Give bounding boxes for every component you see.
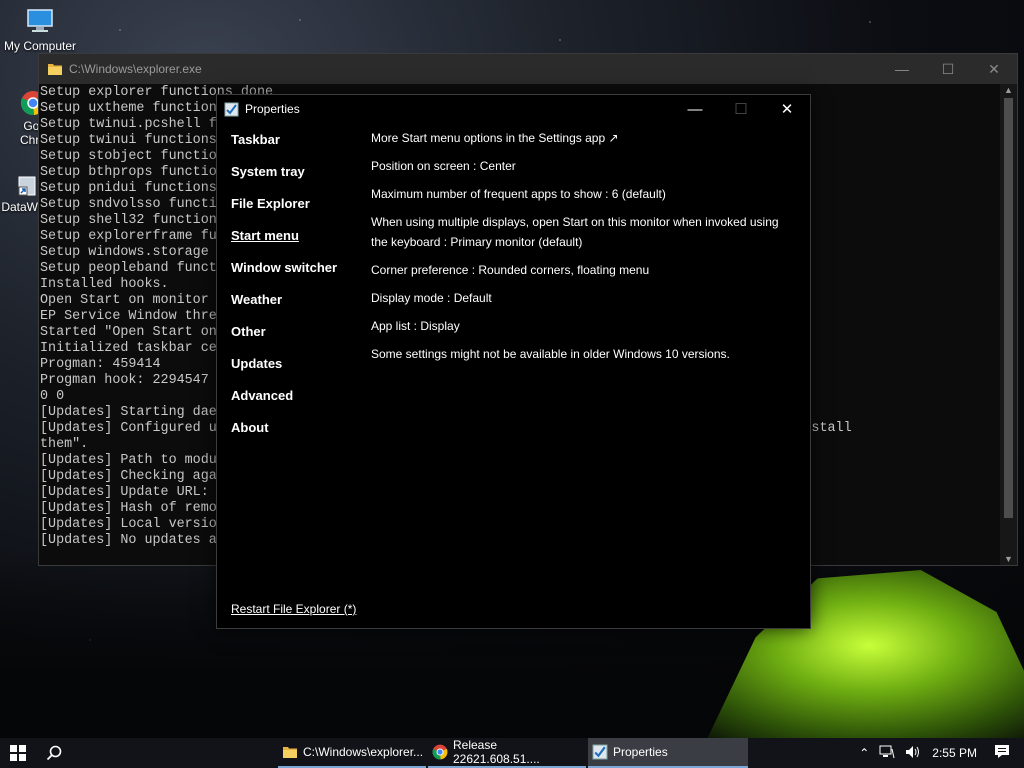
- maximize-button: ☐: [734, 101, 748, 118]
- nav-item-file-explorer[interactable]: File Explorer: [231, 195, 337, 227]
- properties-titlebar[interactable]: Properties — ☐ ✕: [217, 95, 810, 123]
- system-tray: ⌃ 2:55 PM: [854, 738, 1024, 768]
- task-properties[interactable]: Properties: [588, 738, 748, 768]
- task-chrome[interactable]: Release 22621.608.51....: [428, 738, 586, 768]
- console-scrollbar[interactable]: ▲ ▼: [1000, 84, 1017, 565]
- chrome-icon: [432, 744, 448, 760]
- nav-item-advanced[interactable]: Advanced: [231, 387, 337, 419]
- settings-app-link[interactable]: More Start menu options in the Settings …: [371, 128, 796, 148]
- setting-position-on-screen[interactable]: Position on screen : Center: [371, 156, 796, 176]
- settings-compat-note: Some settings might not be available in …: [371, 347, 730, 361]
- notifications-icon[interactable]: [994, 744, 1010, 762]
- shortcut-icon: [18, 176, 36, 196]
- properties-title: Properties: [245, 102, 300, 116]
- minimize-button[interactable]: —: [672, 95, 718, 123]
- nav-item-other[interactable]: Other: [231, 323, 337, 355]
- nav-item-system-tray[interactable]: System tray: [231, 163, 337, 195]
- console-title: C:\Windows\explorer.exe: [69, 62, 202, 76]
- minimize-button[interactable]: —: [879, 54, 925, 84]
- task-label: C:\Windows\explorer...: [303, 745, 424, 759]
- start-button[interactable]: [0, 738, 36, 768]
- computer-icon: [27, 9, 53, 32]
- taskbar: C:\Windows\explorer... Release 22621.608…: [0, 738, 1024, 768]
- search-button[interactable]: [36, 738, 72, 768]
- nav-item-updates[interactable]: Updates: [231, 355, 337, 387]
- properties-icon: [224, 102, 239, 116]
- search-icon: [46, 745, 62, 761]
- network-icon[interactable]: [879, 745, 895, 762]
- desktop-icon-label: DataW: [1, 200, 38, 214]
- setting-display-mode[interactable]: Display mode : Default: [371, 288, 796, 308]
- windows-logo-icon: [10, 745, 26, 761]
- desktop-icon-dataw[interactable]: DataW: [0, 175, 38, 214]
- task-label: Release 22621.608.51....: [453, 738, 540, 766]
- properties-nav: Taskbar System tray File Explorer Start …: [231, 131, 337, 451]
- nav-item-weather[interactable]: Weather: [231, 291, 337, 323]
- volume-icon[interactable]: [905, 745, 921, 762]
- close-button[interactable]: ✕: [971, 54, 1017, 84]
- setting-app-list[interactable]: App list : Display: [371, 316, 796, 336]
- task-label: Properties: [613, 745, 668, 759]
- desktop-icon-my-computer[interactable]: My Computer: [2, 6, 78, 53]
- setting-multi-display-monitor[interactable]: When using multiple displays, open Start…: [371, 212, 796, 252]
- properties-window[interactable]: Properties — ☐ ✕ Taskbar System tray Fil…: [216, 94, 811, 629]
- setting-max-frequent-apps[interactable]: Maximum number of frequent apps to show …: [371, 184, 796, 204]
- console-titlebar[interactable]: C:\Windows\explorer.exe — ☐ ✕: [39, 54, 1017, 84]
- close-button[interactable]: ✕: [764, 95, 810, 123]
- start-menu-settings: More Start menu options in the Settings …: [371, 128, 796, 372]
- nav-item-taskbar[interactable]: Taskbar: [231, 131, 337, 163]
- scrollbar-thumb[interactable]: [1004, 98, 1013, 518]
- scroll-down-arrow-icon[interactable]: ▼: [1000, 554, 1017, 564]
- setting-corner-preference[interactable]: Corner preference : Rounded corners, flo…: [371, 260, 796, 280]
- nav-item-window-switcher[interactable]: Window switcher: [231, 259, 337, 291]
- nav-item-about[interactable]: About: [231, 419, 337, 451]
- maximize-button[interactable]: ☐: [925, 54, 971, 84]
- properties-icon: [592, 744, 608, 760]
- scroll-up-arrow-icon[interactable]: ▲: [1000, 85, 1017, 95]
- desktop-icon-label: My Computer: [3, 39, 77, 53]
- folder-icon: [48, 64, 62, 75]
- task-explorer-console[interactable]: C:\Windows\explorer...: [278, 738, 426, 768]
- folder-icon: [283, 747, 297, 758]
- clock[interactable]: 2:55 PM: [932, 746, 977, 760]
- chevron-up-icon[interactable]: ⌃: [859, 746, 869, 760]
- nav-item-start-menu[interactable]: Start menu: [231, 227, 337, 259]
- restart-explorer-link[interactable]: Restart File Explorer (*): [231, 602, 356, 616]
